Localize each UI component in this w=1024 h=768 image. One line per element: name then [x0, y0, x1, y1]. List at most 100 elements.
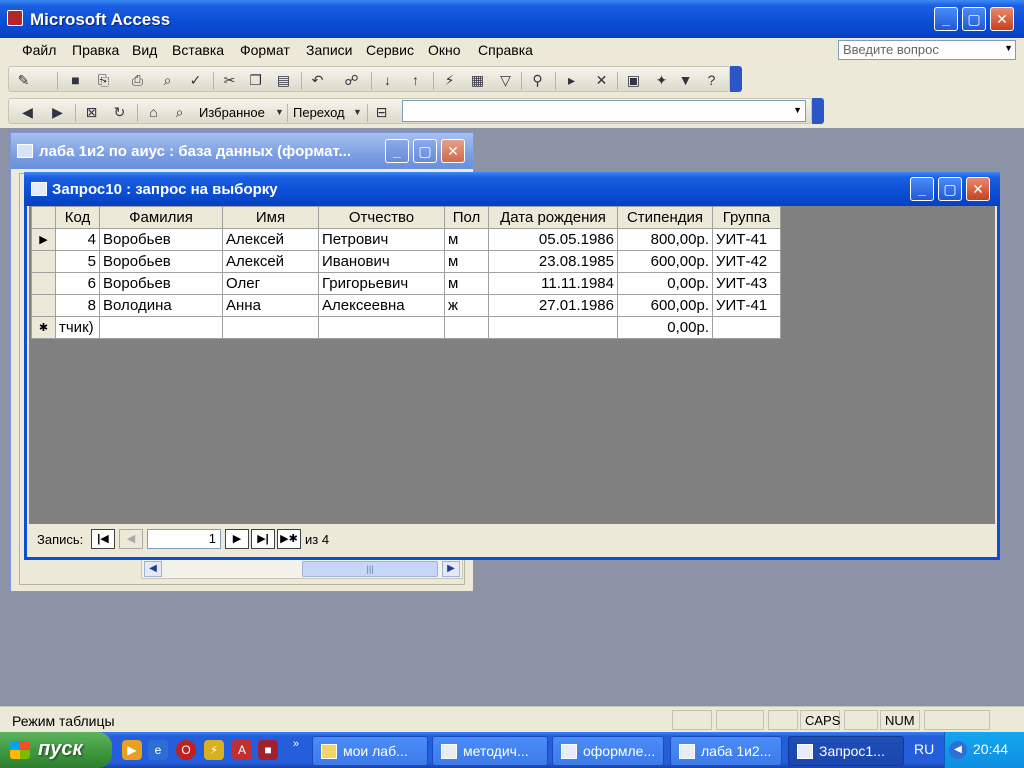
- table-cell[interactable]: Володина: [99, 294, 223, 317]
- start-button[interactable]: пуск: [0, 732, 112, 768]
- table-cell[interactable]: 600,00р.: [617, 250, 713, 273]
- table-cell[interactable]: Анна: [222, 294, 319, 317]
- launcher-icon[interactable]: ⚡: [204, 740, 224, 760]
- save-icon[interactable]: ■: [67, 72, 84, 89]
- undo-icon[interactable]: ↶: [309, 72, 326, 89]
- table-cell[interactable]: УИТ-43: [712, 272, 781, 295]
- row-selector[interactable]: [31, 272, 56, 295]
- table-cell[interactable]: м: [444, 228, 489, 251]
- table-cell[interactable]: Иванович: [318, 250, 445, 273]
- taskbar-item[interactable]: методич...: [432, 736, 548, 766]
- chevron-down-icon[interactable]: ▼: [1004, 43, 1013, 53]
- forward-icon[interactable]: ▶: [49, 104, 66, 121]
- find-icon[interactable]: ⚲: [529, 72, 546, 89]
- column-header[interactable]: Группа: [712, 206, 781, 229]
- hyperlink-icon[interactable]: ☍: [343, 72, 360, 89]
- help-question-input[interactable]: Введите вопрос ▼: [838, 40, 1016, 60]
- table-cell[interactable]: 23.08.1985: [488, 250, 618, 273]
- column-header[interactable]: Код: [55, 206, 100, 229]
- scroll-left-icon[interactable]: ◀: [144, 561, 162, 577]
- menu-window[interactable]: Окно: [428, 42, 461, 58]
- view-icon[interactable]: ✎: [15, 72, 32, 89]
- table-cell[interactable]: 11.11.1984: [488, 272, 618, 295]
- row-selector[interactable]: [31, 294, 56, 317]
- home-icon[interactable]: ⌂: [145, 104, 162, 121]
- table-cell[interactable]: 4: [55, 228, 100, 251]
- previous-record-icon[interactable]: ◀: [119, 529, 143, 549]
- record-number-input[interactable]: 1: [147, 529, 221, 549]
- table-cell[interactable]: УИТ-41: [712, 228, 781, 251]
- table-cell[interactable]: Воробьев: [99, 250, 223, 273]
- column-header[interactable]: Имя: [222, 206, 319, 229]
- column-header[interactable]: Пол: [444, 206, 489, 229]
- print-icon[interactable]: ⎙: [129, 72, 146, 89]
- paste-icon[interactable]: ▤: [275, 72, 292, 89]
- column-header[interactable]: Дата рождения: [488, 206, 618, 229]
- table-cell[interactable]: 6: [55, 272, 100, 295]
- chevron-left-icon[interactable]: ◀: [949, 741, 967, 759]
- taskbar-item-active[interactable]: Запрос1...: [788, 736, 904, 766]
- chevron-down-icon[interactable]: ▼: [677, 72, 694, 89]
- table-cell[interactable]: ж: [444, 294, 489, 317]
- db-minimize-button[interactable]: _: [385, 139, 409, 163]
- favorites-menu[interactable]: Избранное: [199, 105, 265, 120]
- search-web-icon[interactable]: ⌕: [171, 104, 188, 121]
- menu-file[interactable]: Файл: [22, 42, 56, 58]
- apply-filter-icon[interactable]: ▽: [497, 72, 514, 89]
- db-close-button[interactable]: ✕: [441, 139, 465, 163]
- table-cell[interactable]: Воробьев: [99, 228, 223, 251]
- table-cell[interactable]: [222, 316, 319, 339]
- table-cell[interactable]: Олег: [222, 272, 319, 295]
- show-only-web-toolbar-icon[interactable]: ⊟: [373, 104, 390, 121]
- next-record-icon[interactable]: ▶: [225, 529, 249, 549]
- media-player-icon[interactable]: ▶: [122, 740, 142, 760]
- table-cell[interactable]: [444, 316, 489, 339]
- toolbar-options-icon[interactable]: [812, 98, 824, 124]
- back-icon[interactable]: ◀: [19, 104, 36, 121]
- scroll-thumb[interactable]: |||: [302, 561, 438, 577]
- menu-edit[interactable]: Правка: [72, 42, 119, 58]
- menu-records[interactable]: Записи: [306, 42, 352, 58]
- column-header[interactable]: Отчество: [318, 206, 445, 229]
- maximize-button[interactable]: ▢: [962, 7, 986, 31]
- table-cell[interactable]: 0,00р.: [617, 272, 713, 295]
- first-record-icon[interactable]: |◀: [91, 529, 115, 549]
- scroll-right-icon[interactable]: ▶: [442, 561, 460, 577]
- table-cell[interactable]: Воробьев: [99, 272, 223, 295]
- new-record-nav-icon[interactable]: ▶✱: [277, 529, 301, 549]
- table-cell[interactable]: 600,00р.: [617, 294, 713, 317]
- cut-icon[interactable]: ✂: [221, 72, 238, 89]
- chevron-double-right-icon[interactable]: »: [286, 734, 306, 754]
- table-cell[interactable]: УИТ-42: [712, 250, 781, 273]
- select-all-corner[interactable]: [31, 206, 56, 229]
- query-window-titlebar[interactable]: Запрос10 : запрос на выборку _ ▢ ✕: [24, 172, 1000, 206]
- table-cell[interactable]: 0,00р.: [617, 316, 713, 339]
- table-cell[interactable]: Григорьевич: [318, 272, 445, 295]
- stop-icon[interactable]: ⊠: [83, 104, 100, 121]
- column-header[interactable]: Фамилия: [99, 206, 223, 229]
- table-cell[interactable]: Алексей: [222, 228, 319, 251]
- filter-by-form-icon[interactable]: ▦: [469, 72, 486, 89]
- new-record-star-icon[interactable]: ✱: [31, 316, 56, 339]
- table-cell[interactable]: УИТ-41: [712, 294, 781, 317]
- taskbar-item[interactable]: мои лаб...: [312, 736, 428, 766]
- menu-help[interactable]: Справка: [478, 42, 533, 58]
- chevron-down-icon[interactable]: ▼: [793, 105, 802, 115]
- browser-icon[interactable]: e: [148, 740, 168, 760]
- table-cell[interactable]: [99, 316, 223, 339]
- table-cell[interactable]: [488, 316, 618, 339]
- query-minimize-button[interactable]: _: [910, 177, 934, 201]
- menu-tools[interactable]: Сервис: [366, 42, 414, 58]
- app-launcher-icon[interactable]: ■: [258, 740, 278, 760]
- query-close-button[interactable]: ✕: [966, 177, 990, 201]
- column-header[interactable]: Стипендия: [617, 206, 713, 229]
- current-record-indicator-icon[interactable]: ▶: [31, 228, 56, 251]
- menu-view[interactable]: Вид: [132, 42, 157, 58]
- opera-icon[interactable]: O: [176, 740, 196, 760]
- sort-descending-icon[interactable]: ↑: [407, 72, 424, 89]
- goto-menu[interactable]: Переход: [293, 105, 345, 120]
- table-cell[interactable]: Петрович: [318, 228, 445, 251]
- close-button[interactable]: ✕: [990, 7, 1014, 31]
- address-input[interactable]: ▼: [402, 100, 806, 122]
- table-cell[interactable]: Алексей: [222, 250, 319, 273]
